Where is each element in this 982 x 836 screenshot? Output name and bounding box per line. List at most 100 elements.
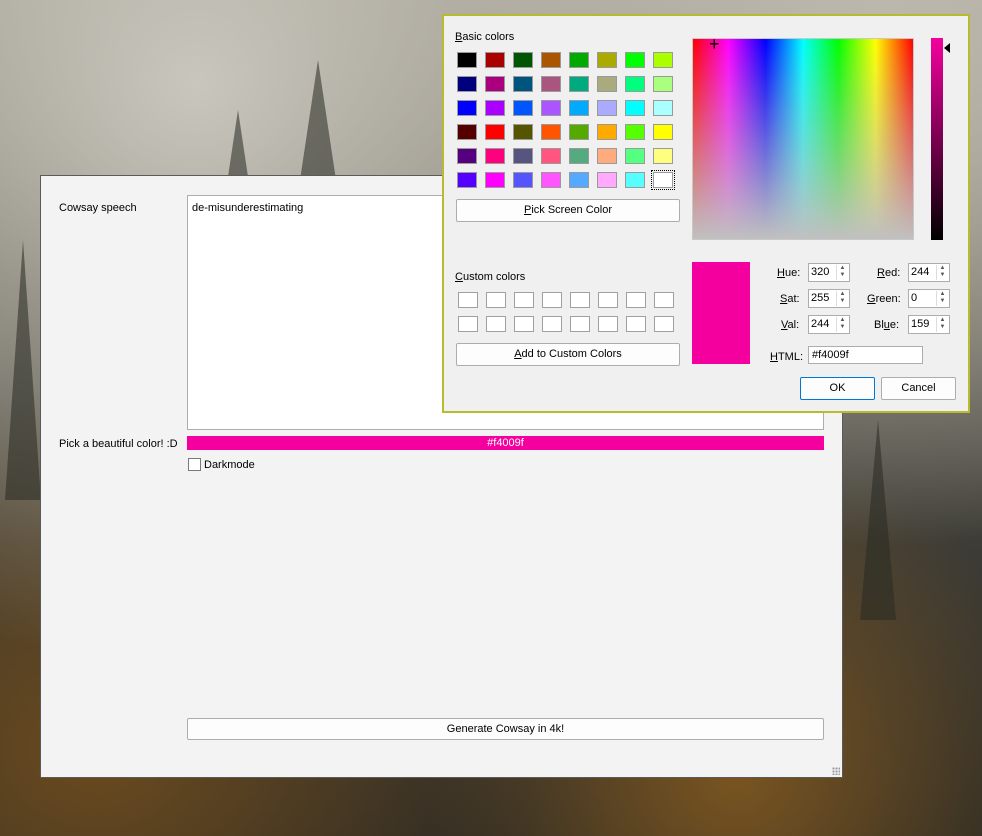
basic-color-swatch[interactable]	[485, 52, 505, 68]
color-label: Pick a beautiful color! :D	[59, 438, 178, 450]
custom-color-swatch[interactable]	[570, 316, 590, 332]
basic-color-swatch[interactable]	[569, 148, 589, 164]
custom-color-swatch[interactable]	[570, 292, 590, 308]
basic-color-swatch[interactable]	[541, 124, 561, 140]
basic-color-swatch[interactable]	[569, 124, 589, 140]
custom-color-swatch[interactable]	[514, 292, 534, 308]
custom-color-swatch[interactable]	[626, 292, 646, 308]
basic-color-swatch[interactable]	[541, 172, 561, 188]
value-slider[interactable]	[931, 38, 943, 240]
basic-color-swatch[interactable]	[457, 172, 477, 188]
basic-color-swatch[interactable]	[513, 52, 533, 68]
basic-color-swatch[interactable]	[569, 100, 589, 116]
basic-color-swatch[interactable]	[625, 148, 645, 164]
basic-color-swatch[interactable]	[597, 124, 617, 140]
basic-color-swatch[interactable]	[625, 52, 645, 68]
background-tree	[300, 60, 336, 180]
basic-color-swatch[interactable]	[597, 100, 617, 116]
val-spinbox[interactable]: 244 ▲ ▼	[808, 315, 850, 334]
basic-color-swatch[interactable]	[541, 148, 561, 164]
color-preview	[692, 262, 750, 364]
darkmode-label: Darkmode	[204, 459, 255, 471]
custom-color-swatch[interactable]	[654, 316, 674, 332]
generate-button[interactable]: Generate Cowsay in 4k!	[187, 718, 824, 740]
basic-color-swatch[interactable]	[569, 76, 589, 92]
custom-color-swatch[interactable]	[542, 316, 562, 332]
basic-colors-label: Basic colors	[455, 31, 515, 43]
basic-color-swatch[interactable]	[513, 148, 533, 164]
basic-color-swatch[interactable]	[597, 76, 617, 92]
add-custom-colors-button[interactable]: Add to Custom Colors	[456, 343, 680, 366]
basic-color-swatch[interactable]	[513, 76, 533, 92]
color-spectrum[interactable]	[692, 38, 914, 240]
basic-color-swatch[interactable]	[569, 172, 589, 188]
basic-color-swatch[interactable]	[457, 76, 477, 92]
basic-color-swatch[interactable]	[653, 124, 673, 140]
spin-arrows-icon[interactable]: ▲ ▼	[936, 317, 948, 332]
basic-color-swatch[interactable]	[597, 172, 617, 188]
speech-label: Cowsay speech	[59, 202, 137, 214]
basic-color-swatch[interactable]	[569, 52, 589, 68]
custom-color-swatch[interactable]	[542, 292, 562, 308]
spin-arrows-icon[interactable]: ▲ ▼	[936, 265, 948, 280]
basic-color-swatch[interactable]	[625, 124, 645, 140]
basic-color-swatch[interactable]	[653, 76, 673, 92]
basic-color-swatch[interactable]	[625, 100, 645, 116]
spin-arrows-icon[interactable]: ▲ ▼	[936, 291, 948, 306]
custom-color-swatch[interactable]	[458, 316, 478, 332]
basic-color-swatch[interactable]	[651, 170, 675, 190]
red-label: Red:	[877, 267, 901, 279]
color-picker-button[interactable]: #f4009f	[187, 436, 824, 450]
red-spinbox[interactable]: 244 ▲ ▼	[908, 263, 950, 282]
pick-screen-color-button[interactable]: Pick Screen Color	[456, 199, 680, 222]
basic-color-swatch[interactable]	[541, 100, 561, 116]
basic-color-swatch[interactable]	[625, 172, 645, 188]
darkmode-checkbox[interactable]	[188, 458, 201, 471]
custom-color-swatch[interactable]	[514, 316, 534, 332]
basic-color-swatch[interactable]	[457, 52, 477, 68]
basic-color-swatch[interactable]	[457, 100, 477, 116]
crosshair-icon: +	[709, 34, 720, 54]
custom-color-swatch[interactable]	[486, 316, 506, 332]
spin-arrows-icon[interactable]: ▲ ▼	[836, 265, 848, 280]
green-spinbox[interactable]: 0 ▲ ▼	[908, 289, 950, 308]
basic-color-swatch[interactable]	[653, 148, 673, 164]
hue-spinbox[interactable]: 320 ▲ ▼	[808, 263, 850, 282]
basic-color-swatch[interactable]	[457, 124, 477, 140]
basic-color-swatch[interactable]	[457, 148, 477, 164]
sat-spinbox[interactable]: 255 ▲ ▼	[808, 289, 850, 308]
ok-button[interactable]: OK	[800, 377, 875, 400]
basic-color-swatch[interactable]	[653, 52, 673, 68]
basic-color-swatch[interactable]	[625, 76, 645, 92]
basic-color-swatch[interactable]	[485, 172, 505, 188]
basic-color-swatch[interactable]	[541, 76, 561, 92]
slider-arrow-icon[interactable]	[944, 43, 950, 53]
blue-spinbox[interactable]: 159 ▲ ▼	[908, 315, 950, 334]
spin-arrows-icon[interactable]: ▲ ▼	[836, 291, 848, 306]
custom-color-swatch[interactable]	[458, 292, 478, 308]
basic-color-swatch[interactable]	[597, 148, 617, 164]
blue-label: Blue:	[874, 319, 900, 331]
custom-color-swatch[interactable]	[626, 316, 646, 332]
custom-color-swatch[interactable]	[654, 292, 674, 308]
basic-color-swatch[interactable]	[513, 124, 533, 140]
basic-color-swatch[interactable]	[513, 172, 533, 188]
basic-color-swatch[interactable]	[485, 100, 505, 116]
sat-label: Sat:	[780, 293, 800, 305]
custom-color-swatch[interactable]	[486, 292, 506, 308]
basic-color-swatch[interactable]	[513, 100, 533, 116]
basic-color-swatch[interactable]	[653, 100, 673, 116]
spin-arrows-icon[interactable]: ▲ ▼	[836, 317, 848, 332]
basic-color-swatch[interactable]	[541, 52, 561, 68]
resize-grip-icon[interactable]	[832, 767, 840, 775]
basic-color-swatch[interactable]	[485, 148, 505, 164]
html-input[interactable]: #f4009f	[808, 346, 923, 364]
val-label: Val:	[781, 319, 800, 331]
basic-color-swatch[interactable]	[597, 52, 617, 68]
basic-color-swatch[interactable]	[485, 124, 505, 140]
custom-color-swatch[interactable]	[598, 292, 618, 308]
background-tree	[5, 240, 41, 500]
cancel-button[interactable]: Cancel	[881, 377, 956, 400]
custom-color-swatch[interactable]	[598, 316, 618, 332]
basic-color-swatch[interactable]	[485, 76, 505, 92]
